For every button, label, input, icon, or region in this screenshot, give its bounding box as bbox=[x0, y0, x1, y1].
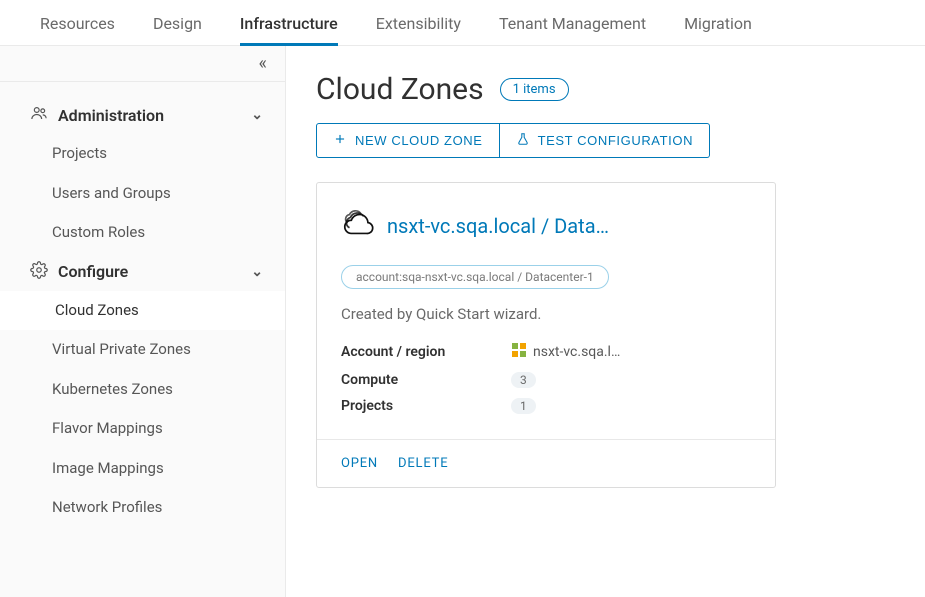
card-title: nsxt-vc.sqa.local / Data… bbox=[387, 214, 609, 238]
card-actions: Open Delete bbox=[317, 439, 775, 487]
tab-resources[interactable]: Resources bbox=[40, 14, 115, 45]
chevron-down-icon: ⌄ bbox=[251, 107, 263, 123]
collapse-icon[interactable]: « bbox=[259, 53, 267, 74]
sidebar-item-projects[interactable]: Projects bbox=[0, 134, 285, 174]
test-configuration-label: Test Configuration bbox=[538, 133, 694, 148]
compute-label: Compute bbox=[341, 372, 511, 388]
items-count-badge: 1 items bbox=[500, 78, 569, 101]
sidebar-item-virtual-private-zones[interactable]: Virtual Private Zones bbox=[0, 330, 285, 370]
account-region-text: nsxt-vc.sqa.l… bbox=[533, 344, 620, 360]
projects-count-badge[interactable]: 1 bbox=[511, 398, 536, 414]
chevron-down-icon: ⌄ bbox=[251, 264, 263, 280]
tab-infrastructure[interactable]: Infrastructure bbox=[240, 14, 338, 45]
account-tag[interactable]: account:sqa-nsxt-vc.sqa.local / Datacent… bbox=[341, 265, 609, 289]
tab-tenant-management[interactable]: Tenant Management bbox=[499, 14, 646, 45]
sidebar-item-flavor-mappings[interactable]: Flavor Mappings bbox=[0, 409, 285, 449]
plus-icon bbox=[333, 132, 347, 149]
row-projects: Projects 1 bbox=[341, 393, 751, 419]
vsphere-icon bbox=[511, 342, 527, 362]
tab-migration[interactable]: Migration bbox=[684, 14, 752, 45]
row-compute: Compute 3 bbox=[341, 367, 751, 393]
sidebar-section-administration[interactable]: Administration ⌄ bbox=[0, 96, 285, 134]
sidebar-section-configure[interactable]: Configure ⌄ bbox=[0, 253, 285, 291]
sidebar-section-label: Configure bbox=[58, 262, 128, 281]
sidebar-section-label: Administration bbox=[58, 106, 164, 125]
sidebar-scroll[interactable]: Administration ⌄ Projects Users and Grou… bbox=[0, 82, 285, 597]
page-header: Cloud Zones 1 items bbox=[316, 72, 893, 107]
new-cloud-zone-label: New Cloud Zone bbox=[355, 133, 483, 148]
action-row: New Cloud Zone Test Configuration bbox=[316, 123, 893, 158]
users-icon bbox=[30, 104, 48, 126]
card-title-row[interactable]: nsxt-vc.sqa.local / Data… bbox=[341, 207, 751, 245]
tab-design[interactable]: Design bbox=[153, 14, 202, 45]
tab-extensibility[interactable]: Extensibility bbox=[376, 14, 461, 45]
open-action[interactable]: Open bbox=[341, 456, 378, 471]
sidebar-item-users-groups[interactable]: Users and Groups bbox=[0, 174, 285, 214]
content-area: Cloud Zones 1 items New Cloud Zone Test … bbox=[286, 46, 925, 597]
sidebar-item-kubernetes-zones[interactable]: Kubernetes Zones bbox=[0, 370, 285, 410]
new-cloud-zone-button[interactable]: New Cloud Zone bbox=[316, 123, 500, 158]
sidebar-item-network-profiles[interactable]: Network Profiles bbox=[0, 488, 285, 528]
projects-label: Projects bbox=[341, 398, 511, 414]
gear-icon bbox=[30, 261, 48, 283]
row-account-region: Account / region nsxt-vc.sqa.l… bbox=[341, 337, 751, 367]
delete-action[interactable]: Delete bbox=[398, 456, 448, 471]
sidebar: « Administration ⌄ Projects Users and Gr… bbox=[0, 46, 286, 597]
sidebar-item-cloud-zones[interactable]: Cloud Zones bbox=[0, 291, 285, 331]
cloud-icon bbox=[341, 207, 375, 245]
flask-icon bbox=[516, 132, 530, 149]
account-region-label: Account / region bbox=[341, 344, 511, 360]
top-tabs: Resources Design Infrastructure Extensib… bbox=[0, 0, 925, 46]
compute-count-badge[interactable]: 3 bbox=[511, 372, 536, 388]
sidebar-collapse-bar: « bbox=[0, 46, 285, 82]
sidebar-item-custom-roles[interactable]: Custom Roles bbox=[0, 213, 285, 253]
page-title: Cloud Zones bbox=[316, 72, 484, 107]
sidebar-item-image-mappings[interactable]: Image Mappings bbox=[0, 449, 285, 489]
account-region-value: nsxt-vc.sqa.l… bbox=[511, 342, 620, 362]
card-description: Created by Quick Start wizard. bbox=[341, 305, 751, 323]
test-configuration-button[interactable]: Test Configuration bbox=[500, 123, 711, 158]
cloud-zone-card: nsxt-vc.sqa.local / Data… account:sqa-ns… bbox=[316, 182, 776, 488]
